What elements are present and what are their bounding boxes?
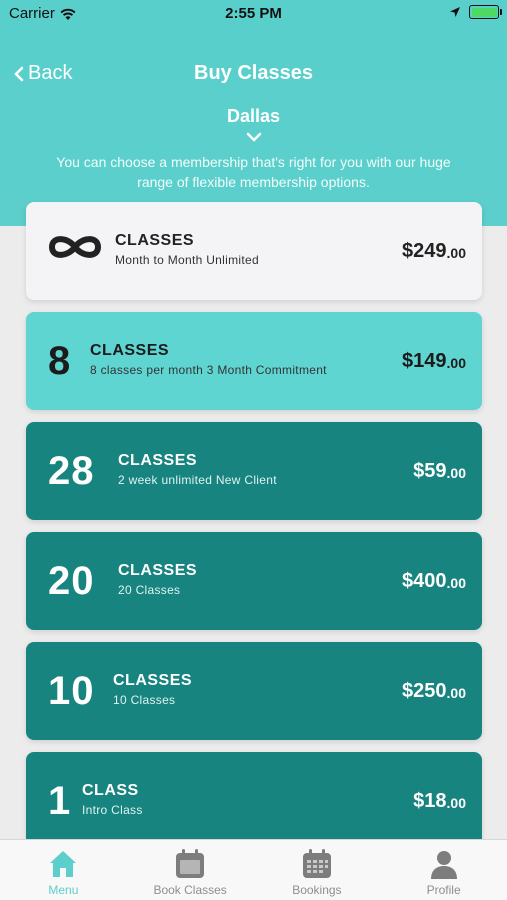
membership-card-1[interactable]: 1 CLASS Intro Class $18.00 bbox=[26, 752, 482, 850]
card-price: $18.00 bbox=[413, 752, 466, 850]
card-description: Month to Month Unlimited bbox=[115, 253, 259, 267]
status-bar: Carrier 2:55 PM bbox=[0, 0, 507, 28]
card-info: CLASSES 20 Classes bbox=[118, 562, 197, 597]
status-right bbox=[449, 5, 502, 19]
membership-card-10[interactable]: 10 CLASSES 10 Classes $250.00 bbox=[26, 642, 482, 740]
price-cents: .00 bbox=[446, 795, 466, 811]
calendar-icon bbox=[176, 849, 205, 878]
card-price: $149.00 bbox=[402, 312, 466, 410]
membership-card-unlimited[interactable]: CLASSES Month to Month Unlimited $249.00 bbox=[26, 202, 482, 300]
membership-card-8[interactable]: 8 CLASSES 8 classes per month 3 Month Co… bbox=[26, 312, 482, 410]
battery-icon bbox=[469, 5, 502, 19]
tab-bookings[interactable]: Bookings bbox=[254, 840, 381, 900]
card-info: CLASSES Month to Month Unlimited bbox=[115, 232, 259, 267]
page-title: Buy Classes bbox=[194, 62, 313, 84]
card-price: $59.00 bbox=[413, 422, 466, 520]
card-kind: CLASSES bbox=[115, 232, 195, 249]
price-cents: .00 bbox=[446, 245, 466, 261]
tab-menu[interactable]: Menu bbox=[0, 840, 127, 900]
card-kind: CLASSES bbox=[118, 562, 198, 579]
tab-book-classes[interactable]: Book Classes bbox=[127, 840, 254, 900]
price-dollars: $400 bbox=[402, 569, 447, 592]
price-dollars: $18 bbox=[413, 789, 447, 812]
price-dollars: $249 bbox=[402, 239, 447, 262]
chevron-down-icon[interactable] bbox=[246, 131, 262, 143]
card-info: CLASSES 10 Classes bbox=[113, 672, 192, 707]
membership-description: You can choose a membership that's right… bbox=[56, 154, 451, 190]
location-selector[interactable]: Dallas bbox=[0, 106, 507, 127]
person-icon bbox=[430, 851, 457, 879]
location-arrow-icon bbox=[450, 7, 460, 17]
price-dollars: $250 bbox=[402, 679, 447, 702]
price-cents: .00 bbox=[446, 575, 466, 591]
header: Carrier 2:55 PM Back Buy Classes Dallas … bbox=[0, 0, 507, 226]
card-price: $400.00 bbox=[402, 532, 466, 630]
card-description: 8 classes per month 3 Month Commitment bbox=[90, 363, 327, 377]
card-price: $249.00 bbox=[402, 202, 466, 300]
infinity-icon bbox=[48, 236, 102, 258]
card-count: 10 bbox=[48, 668, 95, 713]
card-kind: CLASS bbox=[82, 782, 139, 799]
card-description: 20 Classes bbox=[118, 583, 181, 597]
card-count: 28 bbox=[48, 448, 95, 493]
nav-bar: Back Buy Classes bbox=[0, 58, 507, 90]
card-kind: CLASSES bbox=[90, 342, 170, 359]
price-cents: .00 bbox=[446, 355, 466, 371]
status-time: 2:55 PM bbox=[225, 5, 282, 22]
card-count: 8 bbox=[48, 338, 72, 383]
card-description: 2 week unlimited New Client bbox=[118, 473, 277, 487]
card-description: 10 Classes bbox=[113, 693, 176, 707]
card-kind: CLASSES bbox=[113, 672, 193, 689]
card-info: CLASS Intro Class bbox=[82, 782, 143, 817]
card-info: CLASSES 2 week unlimited New Client bbox=[118, 452, 277, 487]
card-kind: CLASSES bbox=[118, 452, 198, 469]
membership-list: CLASSES Month to Month Unlimited $249.00… bbox=[26, 202, 482, 862]
membership-card-28[interactable]: 28 CLASSES 2 week unlimited New Client $… bbox=[26, 422, 482, 520]
tab-profile[interactable]: Profile bbox=[380, 840, 507, 900]
card-info: CLASSES 8 classes per month 3 Month Comm… bbox=[90, 342, 327, 377]
price-cents: .00 bbox=[446, 685, 466, 701]
tab-label: Menu bbox=[48, 883, 79, 897]
price-cents: .00 bbox=[446, 465, 466, 481]
card-count: 1 bbox=[48, 778, 72, 823]
calendar-grid-icon bbox=[302, 849, 331, 878]
price-dollars: $59 bbox=[413, 459, 447, 482]
card-count: 20 bbox=[48, 558, 95, 603]
card-price: $250.00 bbox=[402, 642, 466, 740]
tab-label: Profile bbox=[426, 883, 461, 897]
membership-card-20[interactable]: 20 CLASSES 20 Classes $400.00 bbox=[26, 532, 482, 630]
card-description: Intro Class bbox=[82, 803, 143, 817]
tab-bar: Menu Book Classes Bookings Profile bbox=[0, 839, 507, 900]
tab-label: Bookings bbox=[292, 883, 342, 897]
price-dollars: $149 bbox=[402, 349, 447, 372]
home-icon bbox=[50, 851, 77, 877]
tab-label: Book Classes bbox=[153, 883, 227, 897]
